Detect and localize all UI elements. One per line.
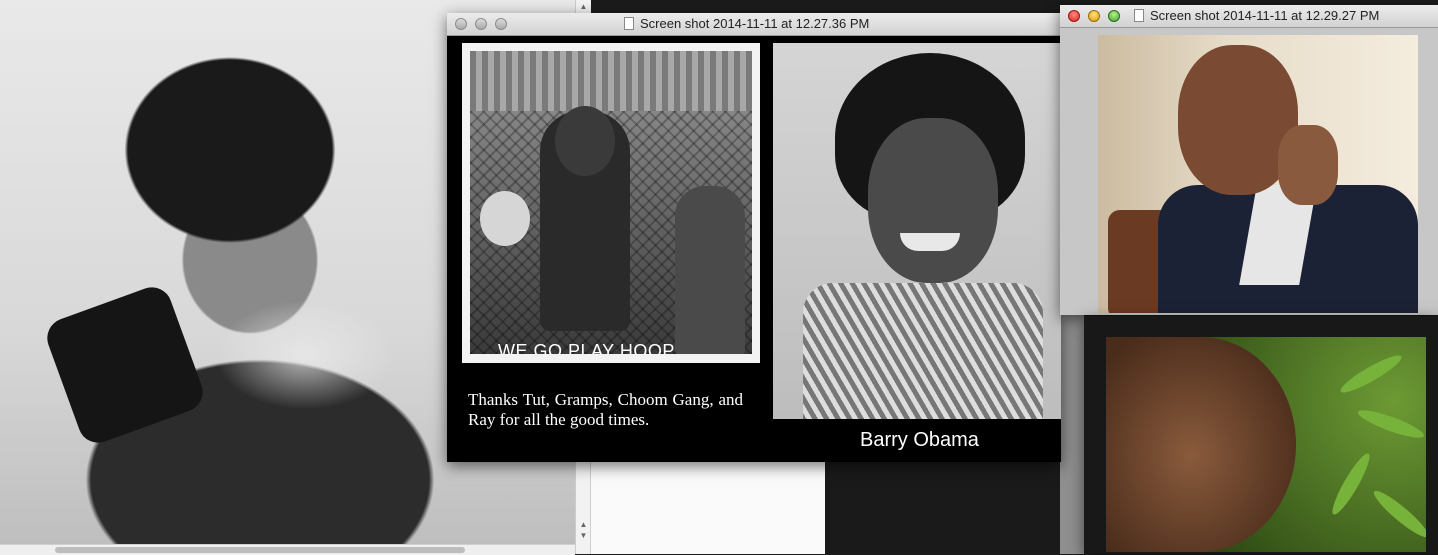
close-button[interactable]	[455, 18, 467, 30]
window-background	[590, 462, 826, 554]
scrollbar-thumb[interactable]	[55, 547, 465, 553]
window-title: Screen shot 2014-11-11 at 12.29.27 PM	[1150, 8, 1380, 23]
preview-window-laughing[interactable]: Screen shot 2014-11-11 at 12.29.27 PM	[1060, 5, 1438, 315]
window-background	[825, 462, 1061, 554]
wink-photo	[1106, 337, 1426, 552]
yearbook-basketball-photo: WE GO PLAY HOOP	[462, 43, 760, 363]
smoke-plume	[215, 300, 395, 410]
document-icon	[624, 17, 634, 30]
scroll-down-arrow-icon[interactable]: ▼	[578, 531, 589, 541]
scroll-up-arrow-icon[interactable]: ▲	[578, 2, 589, 12]
window-title: Screen shot 2014-11-11 at 12.27.36 PM	[640, 16, 870, 31]
close-button[interactable]	[1068, 10, 1080, 22]
minimize-button[interactable]	[1088, 10, 1100, 22]
jacket-collar	[41, 281, 209, 449]
zoom-button[interactable]	[495, 18, 507, 30]
basketball-icon	[480, 191, 530, 246]
yearbook-quote: Thanks Tut, Gramps, Choom Gang, and Ray …	[468, 390, 743, 429]
horizontal-scrollbar[interactable]	[0, 544, 575, 555]
window-titlebar[interactable]: Screen shot 2014-11-11 at 12.27.36 PM	[447, 13, 1061, 36]
photo-caption: WE GO PLAY HOOP	[498, 341, 675, 354]
scroll-up-arrow-icon[interactable]: ▲	[578, 520, 589, 530]
yearbook-portrait-photo	[773, 43, 1061, 419]
zoom-button[interactable]	[1108, 10, 1120, 22]
preview-window-yearbook[interactable]: Screen shot 2014-11-11 at 12.27.36 PM WE…	[447, 13, 1061, 462]
window-titlebar[interactable]: Screen shot 2014-11-11 at 12.29.27 PM	[1060, 5, 1438, 28]
window-background	[1060, 315, 1084, 554]
image-window-wink[interactable]	[1084, 316, 1438, 554]
laughing-photo	[1098, 35, 1418, 313]
document-icon	[1134, 9, 1144, 22]
yearbook-name: Barry Obama	[860, 429, 979, 451]
minimize-button[interactable]	[475, 18, 487, 30]
